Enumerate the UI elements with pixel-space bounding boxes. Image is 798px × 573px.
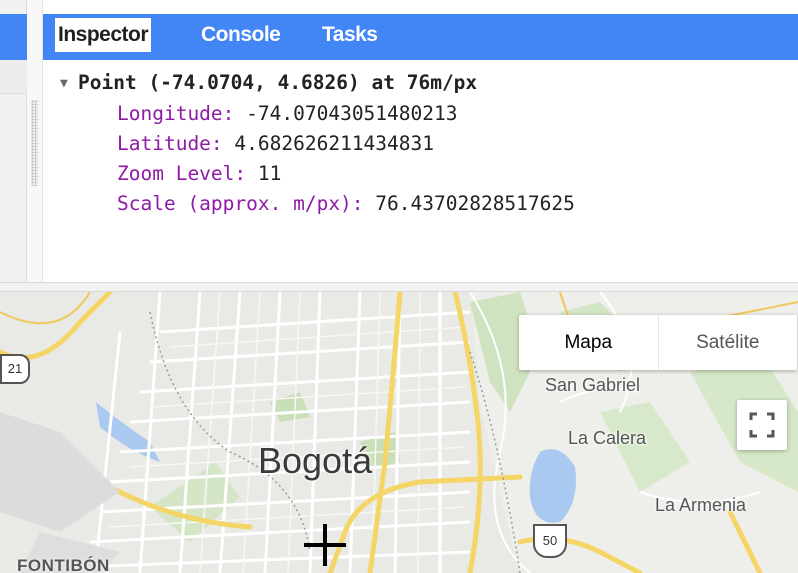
left-panel-toolbar xyxy=(0,60,27,94)
property-row: Latitude: 4.682626211434831 xyxy=(60,129,798,159)
panel-splitter[interactable] xyxy=(27,0,43,282)
property-key: Zoom Level: xyxy=(117,162,247,185)
map-label-la-calera: La Calera xyxy=(568,428,647,448)
triangle-down-icon[interactable]: ▼ xyxy=(60,69,78,99)
map-type-control: Mapa Satélite xyxy=(519,315,797,370)
property-value: 4.682626211434831 xyxy=(234,132,435,155)
crosshair-icon xyxy=(304,524,346,566)
left-panel-header xyxy=(0,14,27,60)
property-key: Longitude: xyxy=(117,102,235,125)
fullscreen-button[interactable] xyxy=(737,400,787,450)
point-header[interactable]: ▼ Point (-74.0704, 4.6826) at 76m/px xyxy=(60,68,798,99)
tab-console[interactable]: Console xyxy=(198,18,283,52)
map-type-satellite-button[interactable]: Satélite xyxy=(659,315,798,370)
map-type-map-button[interactable]: Mapa xyxy=(519,315,659,370)
property-value: -74.07043051480213 xyxy=(246,102,458,125)
route-shield-21-label: 21 xyxy=(7,361,23,376)
panel-tab-bar: Inspector Console Tasks xyxy=(43,14,798,60)
property-row: Longitude: -74.07043051480213 xyxy=(60,99,798,129)
property-row: Zoom Level: 11 xyxy=(60,159,798,189)
map-label-la-armenia: La Armenia xyxy=(655,495,747,515)
tab-inspector[interactable]: Inspector xyxy=(55,18,152,52)
property-value: 76.43702828517625 xyxy=(375,192,575,215)
map-label-city: Bogotá xyxy=(258,440,373,481)
splitter-grip[interactable] xyxy=(31,100,38,186)
map-label-san-gabriel: San Gabriel xyxy=(545,375,641,395)
left-panel-edge xyxy=(0,0,27,282)
route-shield-50: 50 xyxy=(533,524,567,558)
route-shield-50-label: 50 xyxy=(542,533,558,548)
property-value: 11 xyxy=(257,162,282,185)
map-label-fontibon: FONTIBÓN xyxy=(17,556,110,573)
point-header-text: Point (-74.0704, 4.6826) at 76m/px xyxy=(78,71,478,94)
tab-tasks[interactable]: Tasks xyxy=(319,18,381,52)
property-key: Scale (approx. m/px): xyxy=(117,192,364,215)
fullscreen-icon xyxy=(749,412,775,438)
route-shield-21: 21 xyxy=(0,354,30,384)
map-divider[interactable] xyxy=(0,282,798,292)
property-row: Scale (approx. m/px): 76.43702828517625 xyxy=(60,189,798,219)
property-key: Latitude: xyxy=(117,132,223,155)
inspector-output: ▼ Point (-74.0704, 4.6826) at 76m/px Long… xyxy=(60,68,798,219)
